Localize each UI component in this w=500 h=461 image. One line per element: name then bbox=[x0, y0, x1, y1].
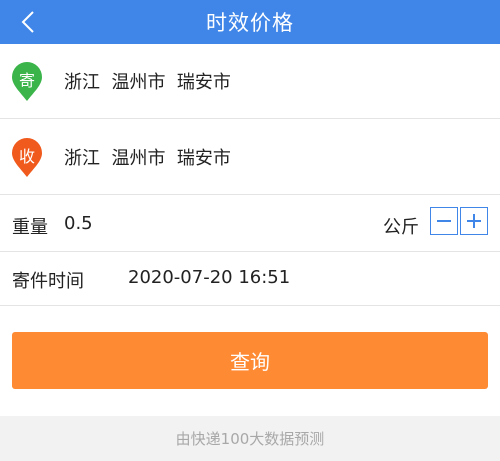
footer-note: 由快递100大数据预测 bbox=[0, 416, 500, 461]
receiver-badge: 收 bbox=[18, 147, 35, 166]
receiver-address: 浙江 温州市 瑞安市 bbox=[64, 148, 231, 169]
weight-row: 重量 0.5 公斤 bbox=[0, 196, 500, 252]
chevron-left-icon bbox=[21, 11, 34, 33]
plus-icon bbox=[467, 214, 481, 228]
sender-address-row[interactable]: 寄 浙江 温州市 瑞安市 bbox=[0, 44, 500, 119]
sender-badge: 寄 bbox=[18, 71, 35, 90]
weight-value[interactable]: 0.5 bbox=[64, 213, 93, 234]
receiver-address-row[interactable]: 收 浙江 温州市 瑞安市 bbox=[0, 120, 500, 195]
receiver-pin-icon: 收 bbox=[11, 138, 43, 178]
send-time-row[interactable]: 寄件时间 2020-07-20 16:51 bbox=[0, 252, 500, 306]
sender-address: 浙江 温州市 瑞安市 bbox=[64, 72, 231, 93]
back-button[interactable] bbox=[12, 4, 44, 40]
page-title: 时效价格 bbox=[206, 11, 294, 35]
send-time-label: 寄件时间 bbox=[12, 271, 84, 292]
decrease-weight-button[interactable] bbox=[430, 207, 458, 235]
query-button[interactable]: 查询 bbox=[12, 332, 488, 389]
increase-weight-button[interactable] bbox=[460, 207, 488, 235]
sender-pin-icon: 寄 bbox=[11, 62, 43, 102]
minus-icon bbox=[437, 220, 451, 222]
weight-unit: 公斤 bbox=[383, 217, 419, 238]
header-bar: 时效价格 bbox=[0, 0, 500, 44]
send-time-value[interactable]: 2020-07-20 16:51 bbox=[128, 267, 290, 288]
weight-stepper bbox=[430, 207, 488, 235]
weight-label: 重量 bbox=[12, 217, 48, 238]
